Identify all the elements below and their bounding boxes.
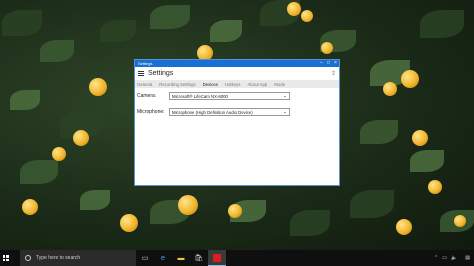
maximize-button[interactable]: □ [325, 60, 332, 67]
share-icon[interactable]: ⇪ [331, 70, 336, 77]
chevron-up-icon[interactable]: ⌃ [434, 255, 438, 261]
page-title: Settings [148, 70, 174, 77]
system-tray: ⌃ ▭ 🔈 ▤ [434, 255, 474, 261]
tab-bar: General Recording Settings Devices Hotke… [135, 80, 339, 88]
chevron-down-icon: ⌄ [282, 92, 287, 99]
chevron-down-icon: ⌄ [282, 108, 287, 115]
tab-mode[interactable]: Mode [274, 82, 285, 87]
edge-browser-icon[interactable]: e [154, 250, 172, 266]
tab-recording-settings[interactable]: Recording Settings [159, 82, 195, 87]
start-button[interactable] [0, 250, 11, 266]
tab-devices[interactable]: Devices [203, 82, 218, 87]
camera-label: Camera: [137, 93, 157, 99]
microphone-select[interactable]: Microphone (High Definition Audio Device… [169, 108, 290, 116]
taskbar-search-box[interactable]: Type here to search [20, 250, 136, 266]
title-bar[interactable]: Settings – □ × [135, 60, 339, 67]
tab-about-app[interactable]: About App [247, 82, 267, 87]
task-view-icon[interactable]: ▭ [136, 250, 154, 266]
windows-logo-icon [2, 255, 9, 261]
camera-row: Camera: Microsoft® LifeCam NX-6000 ⌄ [137, 92, 290, 100]
store-icon[interactable]: 🛍 [190, 250, 208, 266]
microphone-label: Microphone: [137, 109, 165, 115]
network-icon[interactable]: ▭ [442, 255, 447, 261]
window-title: Settings [138, 61, 153, 66]
file-explorer-icon[interactable]: ▬ [172, 250, 190, 266]
hamburger-menu-icon[interactable] [138, 71, 144, 76]
taskbar: Type here to search ▭ e ▬ 🛍 ⌃ ▭ 🔈 ▤ [0, 250, 474, 266]
minimize-button[interactable]: – [318, 60, 325, 67]
camera-select[interactable]: Microsoft® LifeCam NX-6000 ⌄ [169, 92, 290, 100]
recorder-app-icon[interactable] [208, 250, 226, 266]
tab-general[interactable]: General [137, 82, 152, 87]
close-button[interactable]: × [332, 60, 339, 67]
notification-center-icon[interactable]: ▤ [465, 255, 470, 261]
microphone-row: Microphone: Microphone (High Definition … [137, 108, 290, 116]
search-icon [25, 255, 31, 261]
volume-icon[interactable]: 🔈 [451, 255, 457, 261]
tab-hotkeys[interactable]: Hotkeys [225, 82, 241, 87]
search-placeholder: Type here to search [36, 255, 81, 261]
microphone-select-value: Microphone (High Definition Audio Device… [172, 109, 253, 115]
camera-select-value: Microsoft® LifeCam NX-6000 [172, 93, 228, 99]
app-header: Settings ⇪ [135, 67, 339, 80]
settings-window: Settings – □ × Settings ⇪ General Record… [134, 59, 340, 186]
